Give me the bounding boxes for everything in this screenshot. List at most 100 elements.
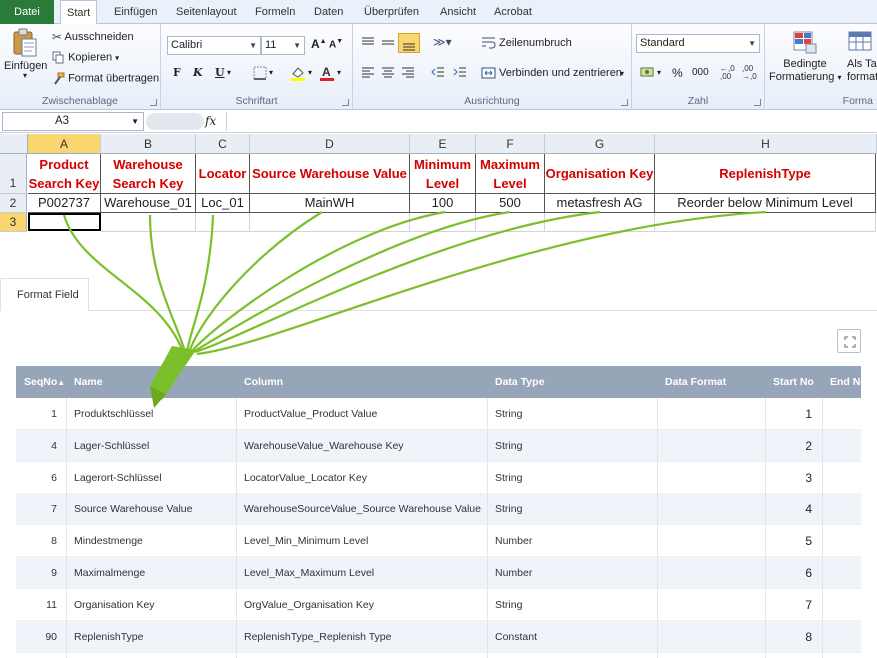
- column-seqno[interactable]: SeqNo▲: [24, 366, 65, 399]
- decrease-decimal-icon[interactable]: ,00 →,0: [742, 65, 757, 81]
- cell-column[interactable]: WarehouseValue_Warehouse Key: [244, 430, 494, 462]
- cell-seqno[interactable]: 1: [16, 398, 66, 430]
- chevron-down-icon[interactable]: ▾: [620, 69, 624, 78]
- table-row[interactable]: 1 Produktschlüssel ProductValue_Product Va…: [16, 398, 861, 430]
- tab-formulas[interactable]: Formeln: [249, 0, 301, 24]
- cell-column[interactable]: Level_Max_Maximum Level: [244, 557, 494, 589]
- cell-name[interactable]: Organisation Key: [74, 589, 242, 621]
- cell-start-no[interactable]: 7: [765, 589, 812, 621]
- cell-data-format[interactable]: [665, 525, 771, 557]
- column-name[interactable]: Name: [74, 366, 103, 398]
- cell-start-no[interactable]: 8: [765, 621, 812, 653]
- tab-format-field[interactable]: Format Field: [0, 278, 89, 311]
- empty-cell[interactable]: [655, 213, 876, 232]
- cell-name[interactable]: Maximalmenge: [74, 557, 242, 589]
- font-name-select[interactable]: Calibri ▼: [167, 36, 261, 55]
- cell-name[interactable]: Mindestmenge: [74, 525, 242, 557]
- data-cell-b2[interactable]: Warehouse_01: [101, 194, 196, 213]
- cell-name[interactable]: Source Warehouse Value: [74, 493, 242, 525]
- empty-cell[interactable]: [410, 213, 476, 232]
- data-cell-f2[interactable]: 500: [476, 194, 545, 213]
- cell-end-no[interactable]: [822, 589, 861, 621]
- dialog-launcher-icon[interactable]: [150, 99, 157, 106]
- insert-function-icon[interactable]: fx: [205, 114, 216, 128]
- increase-indent-icon[interactable]: [453, 66, 467, 80]
- empty-cell[interactable]: [196, 213, 250, 232]
- data-cell-h2[interactable]: Reorder below Minimum Level: [655, 194, 876, 213]
- header-cell-warehouse-search-key[interactable]: Warehouse Search Key: [101, 154, 196, 194]
- cell-name[interactable]: Lagerort-Schlüssel: [74, 462, 242, 494]
- chevron-down-icon[interactable]: ▾: [337, 68, 341, 77]
- currency-icon[interactable]: [640, 66, 656, 80]
- empty-cell[interactable]: [101, 213, 196, 232]
- data-cell-e2[interactable]: 100: [410, 194, 476, 213]
- table-row[interactable]: 9 Maximalmenge Level_Max_Maximum Level Numb…: [16, 557, 861, 589]
- cell-data-type[interactable]: String: [495, 589, 663, 621]
- cell-data-format[interactable]: [665, 589, 771, 621]
- cell-column[interactable]: WarehouseSourceValue_Source Warehouse Va…: [244, 493, 494, 525]
- data-cell-g2[interactable]: metasfresh AG: [545, 194, 655, 213]
- cell-data-type[interactable]: String: [495, 493, 663, 525]
- tab-acrobat[interactable]: Acrobat: [488, 0, 538, 24]
- underline-button[interactable]: U: [215, 66, 225, 79]
- active-cell-a3[interactable]: [28, 213, 101, 231]
- tab-page-layout[interactable]: Seitenlayout: [170, 0, 243, 24]
- cell-start-no[interactable]: 6: [765, 557, 812, 589]
- empty-cell[interactable]: [545, 213, 655, 232]
- cell-data-format[interactable]: [665, 493, 771, 525]
- header-cell-source-warehouse-value[interactable]: Source Warehouse Value: [250, 154, 410, 194]
- cell-data-type[interactable]: String: [495, 398, 663, 430]
- cell-data-format[interactable]: [665, 557, 771, 589]
- cell-column[interactable]: Level_Min_Minimum Level: [244, 525, 494, 557]
- table-row[interactable]: 7 Source Warehouse Value WarehouseSourceVa…: [16, 493, 861, 526]
- data-cell-d2[interactable]: MainWH: [250, 194, 410, 213]
- column-data-format[interactable]: Data Format: [665, 366, 726, 398]
- align-bottom-button[interactable]: [398, 33, 420, 53]
- wrap-text-button[interactable]: Zeilenumbruch: [499, 37, 572, 49]
- increase-decimal-icon[interactable]: ←,0,00: [720, 65, 735, 81]
- cell-start-no[interactable]: 5: [765, 525, 812, 557]
- column-header-e[interactable]: E: [410, 134, 476, 154]
- table-row[interactable]: 11 Organisation Key OrgValue_Organisation …: [16, 589, 861, 621]
- cell-end-no[interactable]: [822, 621, 861, 653]
- header-cell-replenish-type[interactable]: ReplenishType: [655, 154, 876, 194]
- tab-view[interactable]: Ansicht: [434, 0, 482, 24]
- wrap-text-icon[interactable]: [481, 36, 496, 50]
- chevron-down-icon[interactable]: ▾: [269, 68, 273, 77]
- cell-end-no[interactable]: [822, 462, 861, 494]
- align-center-icon[interactable]: [381, 66, 395, 80]
- align-left-icon[interactable]: [361, 66, 375, 80]
- cell-start-no[interactable]: 4: [765, 493, 812, 525]
- conditional-formatting-button[interactable]: Bedingte Formatierung ▾: [769, 30, 842, 84]
- chevron-down-icon[interactable]: ▾: [657, 68, 661, 77]
- cut-button[interactable]: ✂ Ausschneiden: [52, 30, 134, 44]
- cell-seqno[interactable]: 8: [16, 525, 66, 557]
- cell-data-type[interactable]: String: [495, 462, 663, 494]
- select-all-corner[interactable]: [0, 134, 28, 154]
- decrease-indent-icon[interactable]: [431, 66, 445, 80]
- align-middle-icon[interactable]: [381, 36, 395, 50]
- cell-seqno[interactable]: 90: [16, 621, 66, 653]
- column-header-c[interactable]: C: [196, 134, 250, 154]
- cell-end-no[interactable]: [822, 430, 861, 462]
- row-header-2[interactable]: 2: [0, 194, 27, 213]
- column-end-no[interactable]: End No: [830, 366, 867, 398]
- row-header-3[interactable]: 3: [0, 213, 27, 232]
- cell-data-type[interactable]: Constant: [495, 621, 663, 653]
- header-cell-organisation-key[interactable]: Organisation Key: [545, 154, 655, 194]
- column-header-f[interactable]: F: [476, 134, 545, 154]
- format-as-table-button[interactable]: Als Ta formati: [847, 30, 877, 84]
- tab-review[interactable]: Überprüfen: [358, 0, 425, 24]
- paste-button[interactable]: Einfügen ▾: [4, 28, 47, 80]
- number-format-select[interactable]: Standard ▼: [636, 34, 760, 53]
- italic-button[interactable]: K: [193, 66, 203, 79]
- row-header-1[interactable]: 1: [0, 154, 27, 194]
- column-header-d[interactable]: D: [250, 134, 410, 154]
- dialog-launcher-icon[interactable]: [342, 99, 349, 106]
- cell-seqno[interactable]: 9: [16, 557, 66, 589]
- chevron-down-icon[interactable]: ▾: [227, 68, 231, 77]
- column-header-g[interactable]: G: [545, 134, 655, 154]
- table-row[interactable]: 6 Lagerort-Schlüssel LocatorValue_Locator …: [16, 462, 861, 494]
- chevron-down-icon[interactable]: ▼: [131, 113, 139, 130]
- tab-data[interactable]: Daten: [308, 0, 349, 24]
